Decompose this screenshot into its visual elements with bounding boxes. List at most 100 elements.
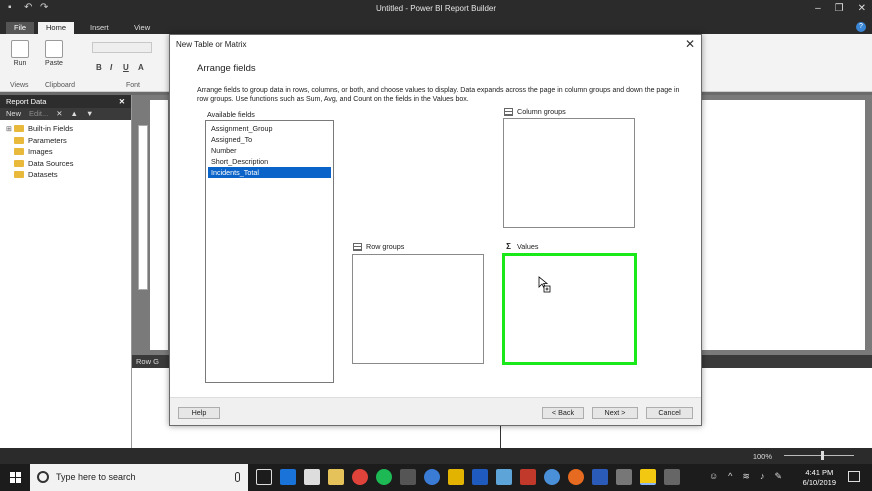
row-groups-icon — [353, 242, 362, 251]
tab-home[interactable]: Home — [38, 22, 75, 34]
column-groups-box[interactable] — [503, 118, 635, 228]
next-button[interactable]: Next > — [592, 407, 638, 419]
folder-icon — [14, 159, 24, 167]
folder-icon — [14, 136, 24, 144]
window-controls: – ❐ ✕ — [815, 3, 866, 14]
folder-icon — [14, 171, 24, 179]
group-views-label: Views — [10, 82, 29, 89]
windows-start-icon[interactable] — [10, 472, 21, 483]
microphone-icon[interactable] — [235, 472, 240, 482]
field-item-selected[interactable]: Incidents_Total — [208, 167, 331, 178]
edge-icon[interactable] — [280, 469, 296, 485]
app-icon[interactable] — [472, 469, 488, 485]
notifications-icon[interactable] — [848, 471, 860, 482]
window-title: Untitled - Power BI Report Builder — [375, 4, 497, 13]
chrome-icon[interactable] — [352, 469, 368, 485]
dialog-heading: Arrange fields — [197, 63, 256, 74]
taskbar-search-input[interactable]: Type here to search — [30, 464, 248, 491]
tree-item-parameters[interactable]: Parameters — [6, 135, 131, 147]
app-icon[interactable] — [544, 469, 560, 485]
run-button[interactable]: Run — [8, 40, 32, 67]
close-icon[interactable]: ✕ — [858, 3, 866, 14]
taskbar-clock[interactable]: 4:41 PM 6/10/2019 — [803, 468, 836, 488]
help-icon[interactable]: ? — [856, 22, 866, 32]
values-label: Σ Values — [504, 242, 538, 251]
run-icon — [11, 40, 29, 58]
dialog-close-icon[interactable]: ✕ — [685, 37, 695, 51]
dialog-title: New Table or Matrix — [176, 40, 247, 49]
vertical-ruler — [138, 125, 148, 290]
drag-cursor-icon — [538, 276, 551, 293]
panel-close-icon[interactable]: ✕ — [119, 95, 125, 108]
tree-item-images[interactable]: Images — [6, 146, 131, 158]
tree-item-data-sources[interactable]: Data Sources — [6, 158, 131, 170]
move-up-icon[interactable]: ▲ — [71, 108, 78, 120]
underline-button[interactable]: U — [123, 63, 129, 72]
italic-button[interactable]: I — [110, 63, 112, 72]
task-view-icon[interactable] — [256, 469, 272, 485]
pen-icon[interactable]: ✎ — [774, 471, 782, 482]
font-color-button[interactable]: A — [138, 63, 144, 72]
windows-taskbar: Type here to search ☺ ^ ≋ ♪ ✎ 4:41 PM 6/… — [0, 464, 872, 491]
word-icon[interactable] — [592, 469, 608, 485]
field-item[interactable]: Number — [208, 145, 331, 156]
values-box[interactable] — [502, 253, 637, 365]
field-item[interactable]: Short_Description — [208, 156, 331, 167]
spotify-icon[interactable] — [376, 469, 392, 485]
network-icon[interactable]: ≋ — [742, 471, 750, 482]
ribbon-tabs: File Home Insert View — [0, 20, 872, 34]
expand-icon[interactable]: ⊞ — [6, 125, 14, 133]
mail-icon[interactable] — [304, 469, 320, 485]
show-hidden-icons[interactable]: ^ — [728, 471, 732, 482]
volume-icon[interactable]: ♪ — [760, 471, 765, 482]
report-builder-icon[interactable] — [640, 469, 656, 485]
file-explorer-icon[interactable] — [328, 469, 344, 485]
report-page — [150, 100, 168, 350]
available-fields-list[interactable]: Assignment_Group Assigned_To Number Shor… — [205, 120, 334, 383]
clock-date: 6/10/2019 — [802, 478, 836, 487]
status-bar: 100% — [0, 448, 872, 464]
tab-file[interactable]: File — [6, 22, 35, 34]
field-item[interactable]: Assignment_Group — [208, 123, 331, 134]
people-icon[interactable]: ☺ — [709, 471, 718, 482]
cortana-icon — [37, 471, 49, 483]
taskbar-apps — [256, 469, 680, 485]
report-data-tree: ⊞ Built-in Fields Parameters Images Data … — [0, 120, 131, 181]
folder-icon — [14, 148, 24, 156]
row-groups-box[interactable] — [352, 254, 484, 364]
app-icon[interactable] — [520, 469, 536, 485]
bold-button[interactable]: B — [96, 63, 102, 72]
paste-button[interactable]: Paste — [42, 40, 66, 67]
move-down-icon[interactable]: ▼ — [86, 108, 93, 120]
app-icon[interactable] — [496, 469, 512, 485]
app-icon[interactable] — [616, 469, 632, 485]
firefox-icon[interactable] — [568, 469, 584, 485]
back-button[interactable]: < Back — [542, 407, 584, 419]
app-icon[interactable] — [400, 469, 416, 485]
app-icon[interactable] — [664, 469, 680, 485]
zoom-slider-thumb[interactable] — [821, 451, 824, 460]
title-bar: ▪ ↶ ↷ Untitled - Power BI Report Builder… — [0, 0, 872, 20]
edit-button[interactable]: Edit... — [29, 108, 48, 120]
restore-icon[interactable]: ❐ — [835, 3, 844, 14]
power-bi-icon[interactable] — [448, 469, 464, 485]
cancel-button[interactable]: Cancel — [646, 407, 693, 419]
help-button[interactable]: Help — [178, 407, 220, 419]
clock-time: 4:41 PM — [805, 468, 834, 477]
row-groups-label: Row groups — [353, 242, 404, 251]
app-icon[interactable] — [424, 469, 440, 485]
report-data-toolbar: New Edit... ✕ ▲ ▼ — [0, 108, 131, 120]
delete-icon[interactable]: ✕ — [56, 108, 62, 120]
system-tray: ☺ ^ ≋ ♪ ✎ — [709, 471, 782, 482]
tree-item-datasets[interactable]: Datasets — [6, 169, 131, 181]
tab-view[interactable]: View — [126, 22, 158, 34]
tree-item-built-in-fields[interactable]: ⊞ Built-in Fields — [6, 123, 131, 135]
font-name-select[interactable] — [92, 42, 152, 53]
sigma-icon: Σ — [506, 242, 511, 251]
tab-insert[interactable]: Insert — [82, 22, 117, 34]
zoom-level: 100% — [752, 452, 772, 461]
new-button[interactable]: New — [6, 108, 21, 120]
minimize-icon[interactable]: – — [815, 3, 821, 14]
field-item[interactable]: Assigned_To — [208, 134, 331, 145]
zoom-slider[interactable] — [784, 455, 854, 456]
